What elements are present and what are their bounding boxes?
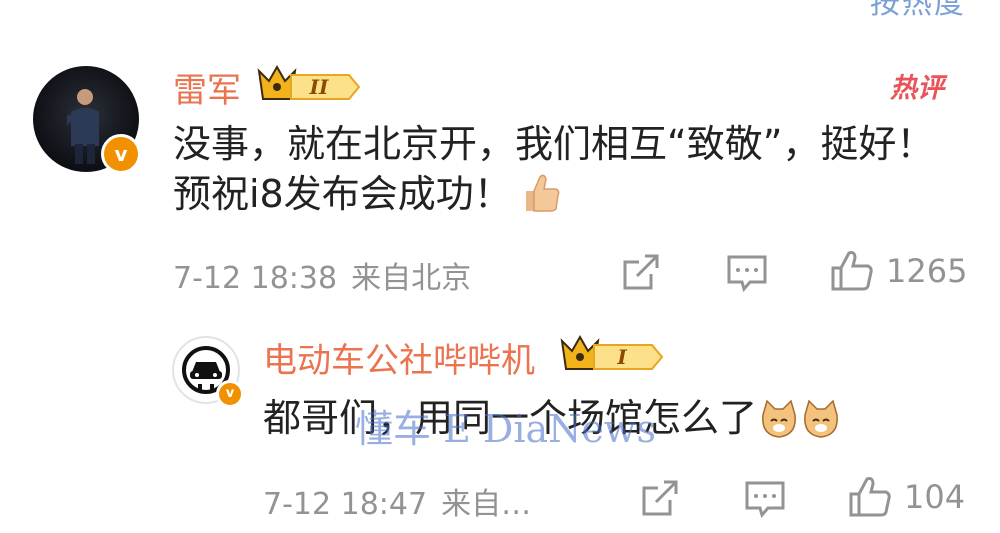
like-count: 104 bbox=[904, 478, 966, 516]
like-count: 1265 bbox=[886, 252, 968, 290]
level-label: II bbox=[309, 75, 329, 99]
cat-emoji-icon bbox=[804, 399, 838, 438]
crown-level-badge-icon: I bbox=[560, 334, 664, 370]
avatar[interactable]: v bbox=[33, 66, 141, 174]
comment-icon bbox=[727, 255, 767, 292]
share-icon bbox=[623, 254, 659, 290]
comment-meta: 7-12 18:47 来自… bbox=[263, 479, 531, 523]
comment-text-line: 都哥们，用同一个场馆怎么了 bbox=[263, 396, 758, 440]
timestamp: 7-12 18:38 bbox=[173, 261, 338, 296]
timestamp: 7-12 18:47 bbox=[263, 487, 428, 522]
crown-level-badge-icon: II bbox=[257, 64, 361, 100]
comment-text-line-2: 预祝i8发布会成功！ bbox=[173, 169, 988, 219]
comment-button[interactable] bbox=[744, 480, 786, 518]
username[interactable]: 电动车公社哔哔机 bbox=[263, 333, 535, 382]
share-icon bbox=[642, 480, 678, 516]
comment-text-line: 预祝i8发布会成功！ bbox=[173, 172, 512, 216]
sort-toggle[interactable]: 按热度 bbox=[870, 0, 966, 22]
comment-text: 都哥们，用同一个场馆怎么了 bbox=[263, 393, 963, 443]
avatar[interactable]: v bbox=[172, 336, 244, 408]
comment-button[interactable] bbox=[726, 254, 768, 292]
like-button[interactable]: 1265 bbox=[830, 250, 967, 292]
thumbs-up-icon bbox=[849, 477, 891, 517]
thumbs-up-emoji-icon bbox=[525, 174, 560, 212]
hot-comment-tag: 热评 bbox=[890, 73, 944, 104]
share-button[interactable] bbox=[621, 252, 661, 292]
username[interactable]: 雷军 bbox=[173, 63, 241, 112]
comment-icon bbox=[745, 481, 785, 518]
thumbs-up-icon bbox=[831, 251, 873, 291]
comment-meta: 7-12 18:38 来自北京 bbox=[173, 253, 471, 297]
comment-list: 按热度 v 雷军 II 热评 没事，就在北京开，我们相互“致敬”，挺好！ 预祝i… bbox=[0, 0, 1000, 533]
verified-badge-icon: v bbox=[216, 380, 244, 408]
comment-text: 没事，就在北京开，我们相互“致敬”，挺好！ 预祝i8发布会成功！ bbox=[173, 119, 988, 219]
comment-text-line: 没事，就在北京开，我们相互“致敬”，挺好！ bbox=[173, 122, 935, 166]
like-button[interactable]: 104 bbox=[848, 476, 965, 518]
location: 来自… bbox=[441, 487, 532, 522]
cat-emoji-icon bbox=[762, 399, 796, 438]
level-label: I bbox=[616, 345, 627, 369]
person-photo-icon bbox=[67, 89, 99, 164]
verified-badge-icon: v bbox=[101, 134, 141, 174]
share-button[interactable] bbox=[640, 478, 680, 518]
location: 来自北京 bbox=[351, 261, 472, 296]
